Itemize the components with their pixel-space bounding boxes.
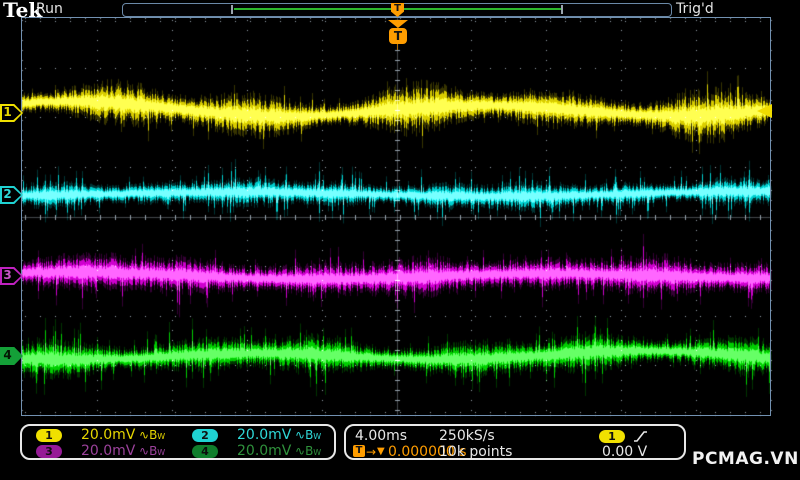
channel4-position-marker: 4	[0, 347, 23, 365]
record-view-right-bracket	[561, 5, 563, 14]
graticule-frame	[21, 17, 771, 416]
channel3-scale: 20.0mV	[81, 443, 136, 459]
channel4-badge: 4	[192, 444, 218, 458]
oscilloscope-screen: Tek Run Trig'd T T 1 2 3 4 1 20.0mV ∿BW …	[0, 0, 800, 480]
channel-readout-box: 1 20.0mV ∿BW 2 20.0mV ∿BW 3 20.0mV ∿BW 4…	[20, 424, 336, 460]
channel1-position-marker: 1	[0, 104, 23, 122]
coupling-icon: ∿	[295, 444, 306, 458]
coupling-icon: ∿	[295, 428, 306, 442]
bandwidth-icon: BW	[305, 428, 322, 442]
channel1-scale: 20.0mV	[81, 427, 136, 443]
trigger-position-stem	[397, 44, 398, 50]
record-view-bar: T	[122, 3, 672, 17]
channel3-badge: 3	[36, 444, 62, 458]
coupling-icon: ∿	[139, 428, 150, 442]
channel1-badge: 1	[36, 428, 62, 442]
bandwidth-icon: BW	[149, 428, 166, 442]
horizontal-scale: 4.00ms	[355, 428, 408, 444]
horizontal-trigger-readout-box: 4.00ms 250kS/s 1 T → ▼ 0.000000 s 10k po…	[344, 424, 686, 460]
bandwidth-icon: BW	[149, 444, 166, 458]
trigger-marker-down-icon: ▼	[377, 446, 385, 457]
acquisition-status: Run	[36, 1, 63, 17]
channel1-readout: 1 20.0mV ∿BW	[22, 427, 178, 443]
channel2-readout: 2 20.0mV ∿BW	[178, 427, 334, 443]
trigger-position-flag: T	[389, 28, 407, 44]
channel4-readout: 4 20.0mV ∿BW	[178, 443, 334, 459]
trigger-source-badge: 1	[599, 430, 625, 443]
rising-edge-icon	[634, 431, 647, 442]
channel2-position-marker: 2	[0, 186, 23, 204]
channel3-readout: 3 20.0mV ∿BW	[22, 443, 178, 459]
trigger-position-bar-icon: T	[391, 3, 404, 17]
trigger-type-icon: T	[353, 445, 365, 457]
channel3-position-marker: 3	[0, 267, 23, 285]
sample-rate: 250kS/s	[439, 428, 495, 444]
trigger-status: Trig'd	[676, 1, 714, 17]
watermark: PCMAG.VN	[692, 449, 799, 469]
bandwidth-icon: BW	[305, 444, 322, 458]
channel2-badge: 2	[192, 428, 218, 442]
channel4-scale: 20.0mV	[237, 443, 292, 459]
record-length: 10k points	[439, 444, 513, 460]
arrow-right-icon: →	[366, 445, 377, 459]
trigger-level-readout: 0.00 V	[602, 444, 648, 460]
coupling-icon: ∿	[139, 444, 150, 458]
channel2-scale: 20.0mV	[237, 427, 292, 443]
record-view-left-bracket	[231, 5, 233, 14]
